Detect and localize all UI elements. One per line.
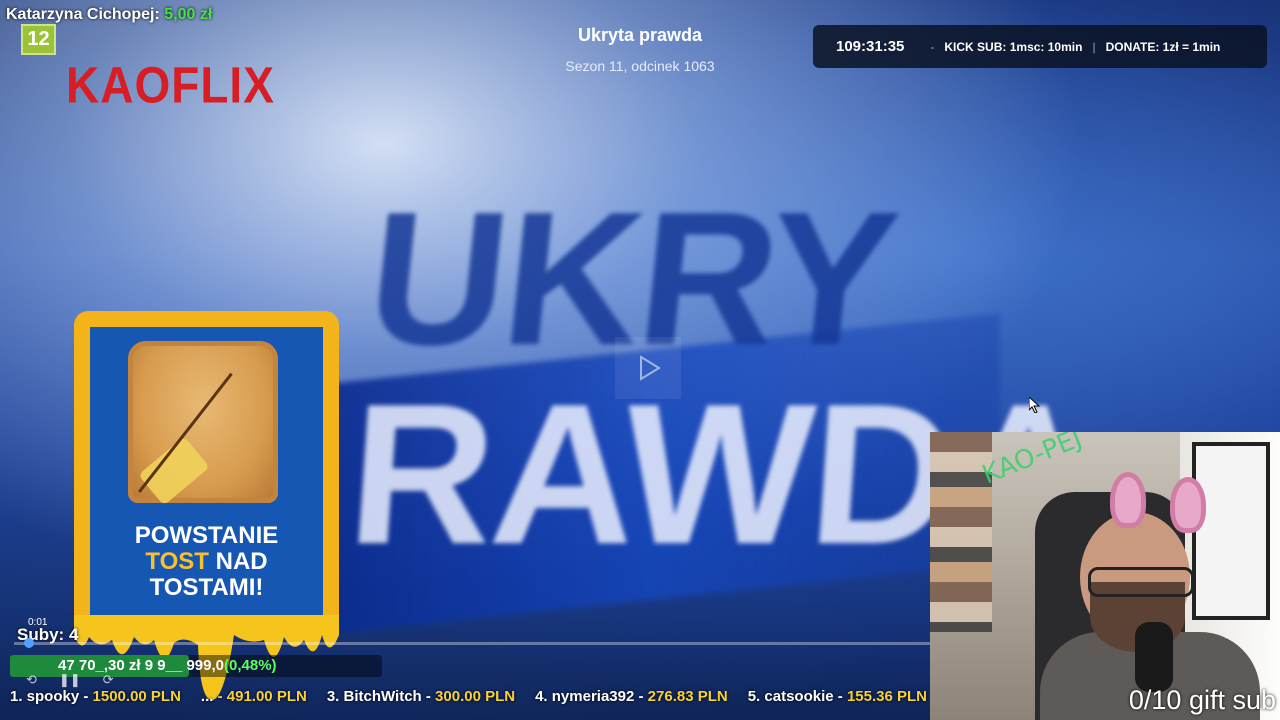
- toast-image: [128, 341, 278, 506]
- donor-name: Katarzyna Cichopej:: [6, 6, 160, 23]
- ticker-donor-name: 4. nymeria392 -: [535, 688, 644, 705]
- goal-percent: (0,48%): [224, 657, 277, 674]
- goal-percent-value: 0,48%: [229, 657, 272, 674]
- promo-line-2: TOST NAD: [90, 549, 323, 575]
- webcam-feed: KAO-PEJ 0/10 gift sub: [930, 432, 1280, 720]
- play-icon: [640, 355, 661, 381]
- promo-line-1: POWSTANIE: [134, 522, 279, 549]
- ticker-donor-amount: - 491.00 PLN: [217, 688, 307, 705]
- show-title: Ukryta prawda: [577, 25, 703, 45]
- age-rating-badge: 12: [21, 24, 56, 55]
- ticker-item: 5. catsookie - 155.36 PLN: [748, 688, 927, 710]
- ticker-donor-amount: 1500.00 PLN: [92, 688, 181, 705]
- play-button[interactable]: [615, 337, 681, 399]
- promo-line-3: TOSTAMI!: [149, 574, 264, 601]
- player-controls: ⟲ ❚❚ ⟳: [26, 672, 114, 688]
- promo-headline: POWSTANIE TOST NAD TOSTAMI!: [90, 523, 323, 601]
- recent-donor: Katarzyna Cichopej: 5,00 zł: [6, 6, 212, 24]
- left-bunny-ear: [1110, 472, 1146, 528]
- forward-10-icon[interactable]: ⟳: [103, 672, 114, 688]
- episode-info: Ukryta prawda Sezon 11, odcinek 1063: [500, 25, 780, 74]
- wall-scrawl: KAO-PEJ: [978, 432, 1087, 491]
- ticker-item: ... - 491.00 PLN: [201, 688, 307, 710]
- ticker-item: 4. nymeria392 - 276.83 PLN: [535, 688, 728, 710]
- ticker-item: 3. BitchWitch - 300.00 PLN: [327, 688, 515, 710]
- ticker-donor-amount: 300.00 PLN: [435, 688, 516, 705]
- ticker-donor-name: 5. catsookie -: [747, 688, 843, 705]
- kick-sub-rate: KICK SUB: 1msc: 10min: [944, 39, 1083, 54]
- donate-rate: DONATE: 1zł = 1min: [1105, 39, 1221, 54]
- promo-highlight: TOST: [145, 548, 209, 575]
- promo-line-2b: NAD: [215, 548, 268, 575]
- separator: -: [930, 39, 935, 54]
- separator: |: [1092, 39, 1096, 54]
- countdown-time: 109:31:35: [836, 38, 905, 55]
- donor-amount: 5,00 zł: [164, 6, 213, 23]
- ticker-donor-name: 3. BitchWitch -: [326, 688, 431, 705]
- glasses: [1088, 567, 1194, 597]
- ticker-donor-amount: 276.83 PLN: [647, 688, 728, 705]
- brand-logo: KAOFLIX: [66, 56, 275, 114]
- promo-card: POWSTANIE TOST NAD TOSTAMI!: [74, 311, 339, 631]
- gift-sub-counter: 0/10 gift sub: [1128, 685, 1276, 715]
- goal-target: 9 9__ 999,0: [144, 657, 224, 674]
- progress-handle[interactable]: [24, 638, 34, 648]
- right-bunny-ear: [1170, 477, 1206, 533]
- ticker-item: 1. spooky - 1500.00 PLN: [10, 688, 181, 710]
- microphone: [1135, 622, 1173, 692]
- ticker-donor-name: ...: [200, 688, 214, 705]
- episode-label: Sezon 11, odcinek 1063: [565, 58, 715, 74]
- ticker-donor-name: 1. spooky -: [10, 688, 89, 705]
- pause-icon[interactable]: ❚❚: [59, 672, 81, 688]
- mouse-cursor-icon: [1029, 397, 1041, 413]
- video-progress-bar[interactable]: [14, 638, 930, 648]
- ticker-donor-amount: 155.36 PLN: [846, 688, 927, 705]
- subathon-timer-bar: 109:31:35 - KICK SUB: 1msc: 10min | DONA…: [813, 25, 1267, 68]
- rewind-10-icon[interactable]: ⟲: [26, 672, 37, 688]
- bunny-ear-headphones: [1110, 472, 1210, 533]
- promo-panel: POWSTANIE TOST NAD TOSTAMI!: [90, 327, 323, 615]
